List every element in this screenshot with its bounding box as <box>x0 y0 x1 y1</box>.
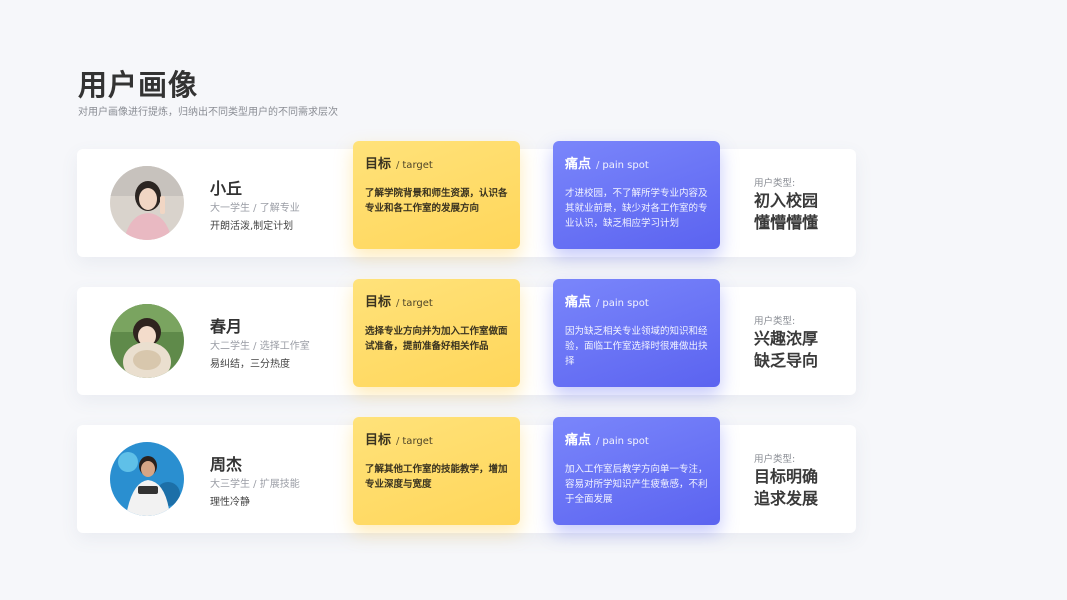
pain-label: 痛点 <box>565 157 592 172</box>
user-persona-row: 小丘 大一学生 / 了解专业 开朗活泼,制定计划 目标 / target 了解学院背… <box>77 141 856 257</box>
page-title: 用户画像 <box>78 68 199 102</box>
user-trait: 易纠结，三分热度 <box>210 359 290 370</box>
goal-text: 了解学院背景和师生资源，认识各专业和各工作室的发展方向 <box>365 188 508 214</box>
goal-separator: / <box>396 436 400 447</box>
goal-label: 目标 <box>365 433 392 448</box>
user-type-value: 兴趣浓厚 缺乏导向 <box>754 328 844 372</box>
user-type-value: 初入校园 懂懵懵懂 <box>754 190 844 234</box>
goal-card: 目标 / target 了解学院背景和师生资源，认识各专业和各工作室的发展方向 <box>353 141 520 249</box>
user-avatar-photo <box>110 304 184 378</box>
user-type-label: 用户类型: <box>754 316 796 327</box>
pain-separator: / <box>596 160 600 171</box>
user-trait: 理性冷静 <box>210 497 250 508</box>
goal-label-en: target <box>402 436 433 447</box>
pain-card: 痛点 / pain spot 才进校园，不了解所学专业内容及其就业前景，缺少对各工作… <box>553 141 720 249</box>
pain-label-en: pain spot <box>602 436 649 447</box>
user-type-line: 追求发展 <box>754 489 819 508</box>
goal-text: 了解其他工作室的技能教学，增加专业深度与宽度 <box>365 464 508 490</box>
pain-text: 因为缺乏相关专业领域的知识和经验，面临工作室选择时很难做出抉择 <box>565 326 708 367</box>
goal-card: 目标 / target 了解其他工作室的技能教学，增加专业深度与宽度 <box>353 417 520 525</box>
pain-text: 加入工作室后教学方向单一专注，容易对所学知识产生疲惫感，不利于全面发展 <box>565 464 708 505</box>
goal-label: 目标 <box>365 295 392 310</box>
goal-separator: / <box>396 160 400 171</box>
pain-card: 痛点 / pain spot 加入工作室后教学方向单一专注，容易对所学知识产生疲惫感… <box>553 417 720 525</box>
user-type-line: 缺乏导向 <box>754 351 819 370</box>
user-type-value: 目标明确 追求发展 <box>754 466 844 510</box>
user-type-line: 初入校园 <box>754 191 819 210</box>
pain-label-en: pain spot <box>602 298 649 309</box>
user-type-label: 用户类型: <box>754 178 796 189</box>
user-name: 周杰 <box>210 455 243 474</box>
user-avatar-photo <box>110 166 184 240</box>
pain-card: 痛点 / pain spot 因为缺乏相关专业领域的知识和经验，面临工作室选择时很难… <box>553 279 720 387</box>
goal-label-en: target <box>402 160 433 171</box>
user-persona-row: 春月 大二学生 / 选择工作室 易纠结，三分热度 目标 / target 选择专业方… <box>77 279 856 395</box>
user-type-label: 用户类型: <box>754 454 796 465</box>
page-subtitle: 对用户画像进行提炼，归纳出不同类型用户的不同需求层次 <box>78 107 338 118</box>
pain-label: 痛点 <box>565 433 592 448</box>
user-type-line: 兴趣浓厚 <box>754 329 819 348</box>
goal-text: 选择专业方向并为加入工作室做面试准备，提前准备好相关作品 <box>365 326 508 352</box>
user-grade: 大二学生 / 选择工作室 <box>210 341 310 352</box>
user-trait: 开朗活泼,制定计划 <box>210 221 294 232</box>
pain-label: 痛点 <box>565 295 592 310</box>
pain-separator: / <box>596 298 600 309</box>
goal-label-en: target <box>402 298 433 309</box>
user-name: 小丘 <box>210 179 243 198</box>
user-persona-row: 周杰 大三学生 / 扩展技能 理性冷静 目标 / target 了解其他工作室的技能… <box>77 417 856 533</box>
user-avatar-photo <box>110 442 184 516</box>
user-grade: 大三学生 / 扩展技能 <box>210 479 300 490</box>
goal-label: 目标 <box>365 157 392 172</box>
user-type-line: 目标明确 <box>754 467 819 486</box>
user-grade: 大一学生 / 了解专业 <box>210 203 300 214</box>
user-type-line: 懂懵懵懂 <box>754 213 819 232</box>
goal-card: 目标 / target 选择专业方向并为加入工作室做面试准备，提前准备好相关作品 <box>353 279 520 387</box>
user-name: 春月 <box>210 317 243 336</box>
pain-separator: / <box>596 436 600 447</box>
pain-text: 才进校园，不了解所学专业内容及其就业前景，缺少对各工作室的专业认识，缺乏相应学习… <box>565 188 708 229</box>
goal-separator: / <box>396 298 400 309</box>
pain-label-en: pain spot <box>602 160 649 171</box>
